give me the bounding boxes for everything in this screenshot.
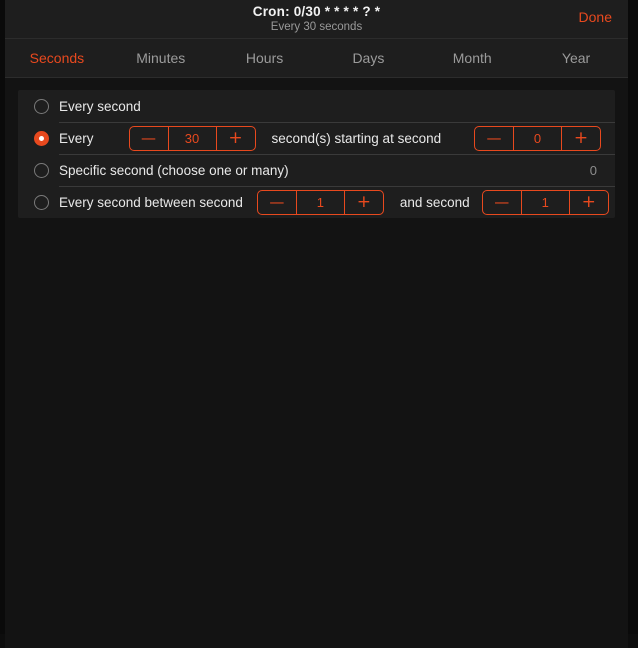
specific-second-summary: 0 — [589, 162, 597, 178]
tab-year[interactable]: Year — [524, 39, 628, 77]
between-from-decrement-button[interactable]: — — [258, 191, 296, 214]
option-row-every-n-seconds[interactable]: Every — 30 + second(s) starting at secon… — [18, 122, 615, 154]
label-seconds-starting-at: second(s) starting at second — [271, 130, 442, 146]
between-to-stepper: — 1 + — [481, 189, 609, 215]
label-every-second: Every second — [59, 98, 141, 114]
seconds-options-panel: Every second Every — 30 + second(s) star… — [18, 90, 615, 218]
between-from-increment-button[interactable]: + — [345, 191, 383, 214]
interval-value-input[interactable]: 30 — [167, 126, 217, 150]
tab-content-seconds: Every second Every — 30 + second(s) star… — [5, 78, 628, 648]
tab-month[interactable]: Month — [420, 39, 524, 77]
between-to-value-input[interactable]: 1 — [520, 190, 570, 214]
interval-decrement-button[interactable]: — — [130, 127, 168, 150]
interval-increment-button[interactable]: + — [217, 127, 255, 150]
option-row-between-seconds[interactable]: Every second between second — 1 + and se… — [18, 186, 615, 218]
radio-every-second[interactable] — [34, 98, 49, 114]
window-frame: Cron: 0/30 * * * * ? * Every 30 seconds … — [5, 0, 628, 648]
start-second-stepper: — 0 + — [474, 125, 601, 151]
interval-stepper: — 30 + — [128, 125, 256, 151]
window-right-gutter — [628, 0, 638, 634]
radio-specific-second[interactable] — [34, 162, 49, 178]
unit-tab-bar: Seconds Minutes Hours Days Month Year — [5, 39, 628, 78]
dialog-header: Cron: 0/30 * * * * ? * Every 30 seconds … — [5, 0, 628, 39]
option-row-specific-second[interactable]: Specific second (choose one or many) 0 — [18, 154, 615, 186]
label-and-second: and second — [399, 194, 470, 210]
tab-minutes[interactable]: Minutes — [109, 39, 213, 77]
cron-editor-window: Cron: 0/30 * * * * ? * Every 30 seconds … — [0, 0, 638, 648]
tab-hours[interactable]: Hours — [213, 39, 317, 77]
tab-seconds[interactable]: Seconds — [5, 39, 109, 77]
label-every: Every — [59, 130, 94, 146]
tab-days[interactable]: Days — [316, 39, 420, 77]
start-second-decrement-button[interactable]: — — [475, 127, 513, 150]
page-subtitle: Every 30 seconds — [270, 21, 363, 33]
between-to-increment-button[interactable]: + — [570, 191, 608, 214]
label-between-seconds: Every second between second — [59, 194, 243, 210]
header-title-group: Cron: 0/30 * * * * ? * Every 30 seconds — [5, 0, 628, 35]
option-row-every-second[interactable]: Every second — [18, 90, 615, 122]
between-to-decrement-button[interactable]: — — [483, 191, 521, 214]
between-from-value-input[interactable]: 1 — [295, 190, 345, 214]
start-second-value-input[interactable]: 0 — [513, 126, 562, 150]
radio-between-seconds[interactable] — [34, 194, 49, 210]
label-specific-second: Specific second (choose one or many) — [59, 162, 289, 178]
done-button[interactable]: Done — [579, 9, 612, 25]
radio-every-n-seconds[interactable] — [34, 130, 49, 146]
between-from-stepper: — 1 + — [256, 189, 384, 215]
page-title: Cron: 0/30 * * * * ? * — [252, 4, 381, 19]
start-second-increment-button[interactable]: + — [562, 127, 600, 150]
